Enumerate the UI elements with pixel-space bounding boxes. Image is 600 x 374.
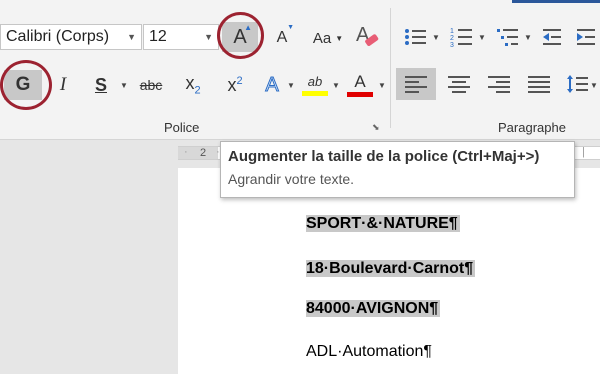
text-effects-icon: A bbox=[265, 73, 279, 96]
change-case-icon: Aa bbox=[312, 29, 332, 47]
justify-icon bbox=[528, 76, 550, 93]
italic-button[interactable]: I bbox=[50, 70, 76, 100]
line-spacing-button[interactable] bbox=[564, 68, 590, 100]
strikethrough-button[interactable]: abc bbox=[134, 70, 168, 100]
numbered-list-icon: 1 2 3 bbox=[450, 28, 472, 48]
svg-text:2: 2 bbox=[450, 35, 454, 42]
font-color-swatch bbox=[347, 92, 373, 97]
highlight-circle-bold bbox=[0, 60, 52, 110]
increase-indent-icon bbox=[577, 29, 595, 45]
shrink-font-button[interactable]: A ▼ bbox=[268, 24, 296, 52]
ribbon: Calibri (Corps) ▼ 12 ▼ A ▲ A ▼ Aa ▼ A G … bbox=[0, 0, 600, 140]
text-effects-button[interactable]: A bbox=[258, 70, 286, 100]
numbering-button[interactable]: 1 2 3 bbox=[446, 22, 478, 52]
strikethrough-icon: abc bbox=[139, 77, 163, 93]
line-spacing-icon bbox=[567, 75, 588, 93]
font-size-value: 12 bbox=[149, 28, 167, 45]
superscript-icon: x2 bbox=[227, 74, 243, 95]
font-name-combo[interactable]: Calibri (Corps) ▼ bbox=[0, 24, 142, 50]
italic-icon: I bbox=[59, 74, 67, 95]
selected-text: 18·Boulevard·Carnot¶ bbox=[306, 260, 476, 277]
increase-indent-button[interactable] bbox=[572, 22, 600, 52]
document-line[interactable]: ADL·Automation¶ bbox=[306, 338, 432, 366]
dialog-launcher-icon[interactable]: ⬊ bbox=[372, 122, 380, 133]
chevron-down-icon[interactable]: ▼ bbox=[590, 81, 598, 90]
highlight-color-button[interactable]: ab bbox=[300, 70, 330, 100]
clear-formatting-icon: A bbox=[356, 24, 379, 46]
document-line[interactable]: SPORT·&·NATURE¶ bbox=[306, 210, 460, 238]
underline-icon: S bbox=[94, 74, 107, 95]
down-caret-icon: ▼ bbox=[287, 24, 294, 31]
chevron-down-icon[interactable]: ▼ bbox=[287, 81, 295, 90]
highlight-color-swatch bbox=[302, 91, 328, 96]
align-center-icon bbox=[448, 76, 470, 93]
ribbon-accent bbox=[512, 0, 600, 3]
bullets-button[interactable] bbox=[400, 22, 432, 52]
highlight-circle-grow bbox=[217, 12, 264, 59]
decrease-indent-button[interactable] bbox=[538, 22, 566, 52]
chevron-down-icon[interactable]: ▼ bbox=[524, 33, 532, 42]
chevron-down-icon[interactable]: ▼ bbox=[432, 33, 440, 42]
document-text: ADL·Automation¶ bbox=[306, 343, 432, 360]
align-center-button[interactable] bbox=[442, 68, 476, 100]
chevron-down-icon[interactable]: ▼ bbox=[478, 33, 486, 42]
multilevel-list-icon bbox=[497, 29, 518, 46]
shrink-font-icon: A bbox=[276, 29, 288, 46]
multilevel-list-button[interactable] bbox=[492, 22, 524, 52]
underline-button[interactable]: S bbox=[88, 70, 114, 100]
bullet-list-icon bbox=[405, 29, 426, 45]
highlighter-icon: ab bbox=[307, 74, 323, 89]
align-right-icon bbox=[488, 76, 510, 93]
font-size-combo[interactable]: 12 ▼ bbox=[143, 24, 219, 50]
align-right-button[interactable] bbox=[482, 68, 516, 100]
chevron-down-icon[interactable]: ▼ bbox=[335, 34, 343, 43]
superscript-button[interactable]: x2 bbox=[218, 70, 252, 100]
decrease-indent-icon bbox=[543, 29, 561, 45]
chevron-down-icon[interactable]: ▼ bbox=[120, 81, 128, 90]
font-name-value: Calibri (Corps) bbox=[6, 28, 110, 45]
tooltip: Augmenter la taille de la police (Ctrl+M… bbox=[220, 141, 575, 198]
document-line[interactable]: 18·Boulevard·Carnot¶ bbox=[306, 255, 476, 283]
selected-text: 84000·AVIGNON¶ bbox=[306, 300, 441, 317]
ruler-mark: 2 bbox=[200, 147, 207, 159]
justify-button[interactable] bbox=[522, 68, 556, 100]
change-case-button[interactable]: Aa ▼ bbox=[308, 24, 348, 52]
align-left-button[interactable] bbox=[396, 68, 436, 100]
police-group-label: Police bbox=[164, 120, 200, 135]
svg-text:1: 1 bbox=[450, 28, 454, 35]
chevron-down-icon[interactable]: ▼ bbox=[378, 81, 386, 90]
tooltip-title: Augmenter la taille de la police (Ctrl+M… bbox=[228, 148, 540, 165]
svg-text:3: 3 bbox=[450, 42, 454, 48]
clear-formatting-button[interactable]: A bbox=[352, 20, 382, 52]
chevron-down-icon[interactable]: ▼ bbox=[204, 32, 213, 42]
ruler-dot: · bbox=[184, 146, 188, 158]
document-line[interactable]: 84000·AVIGNON¶ bbox=[306, 295, 441, 323]
ruler-tick: | bbox=[582, 146, 585, 158]
group-separator bbox=[390, 8, 391, 128]
font-color-button[interactable]: A bbox=[345, 70, 375, 100]
font-color-icon: A bbox=[354, 72, 366, 91]
subscript-icon: x2 bbox=[185, 73, 201, 97]
subscript-button[interactable]: x2 bbox=[176, 70, 210, 100]
chevron-down-icon[interactable]: ▼ bbox=[127, 32, 136, 42]
selected-text: SPORT·&·NATURE¶ bbox=[306, 215, 460, 232]
paragraphe-group-label: Paragraphe bbox=[498, 120, 566, 135]
tooltip-description: Agrandir votre texte. bbox=[228, 171, 355, 187]
align-left-icon bbox=[405, 76, 427, 93]
chevron-down-icon[interactable]: ▼ bbox=[332, 81, 340, 90]
